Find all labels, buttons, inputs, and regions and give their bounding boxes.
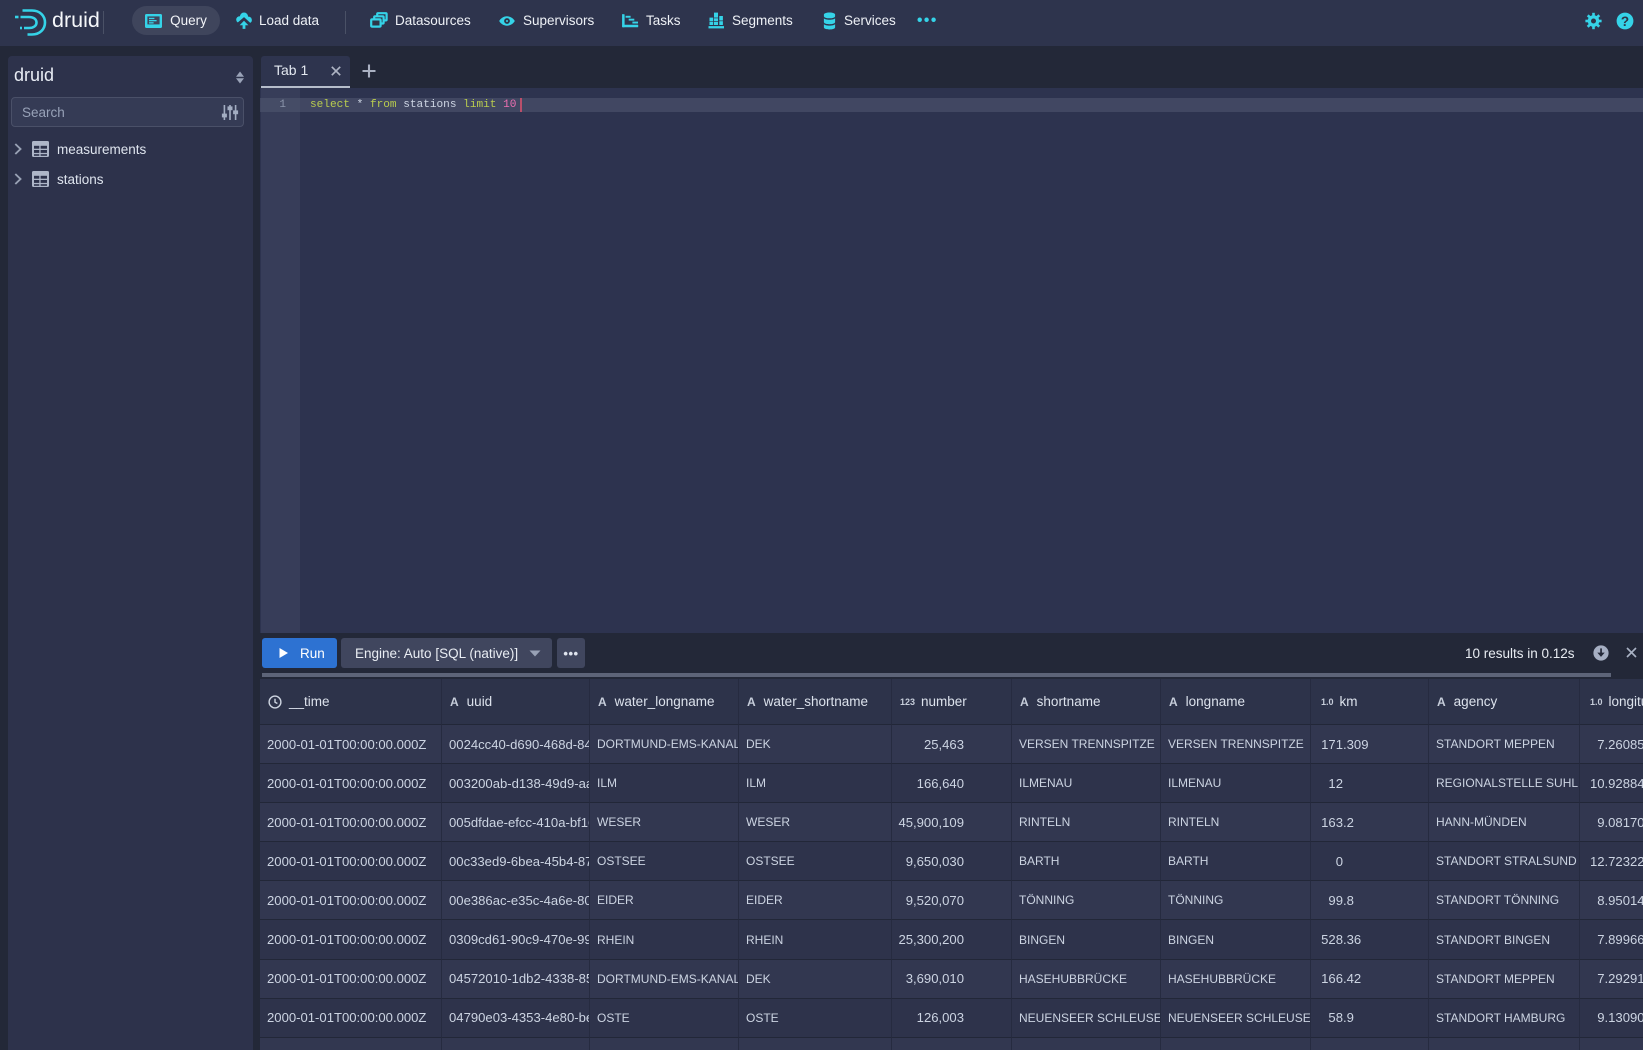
svg-text:?: ? [1621, 14, 1629, 29]
